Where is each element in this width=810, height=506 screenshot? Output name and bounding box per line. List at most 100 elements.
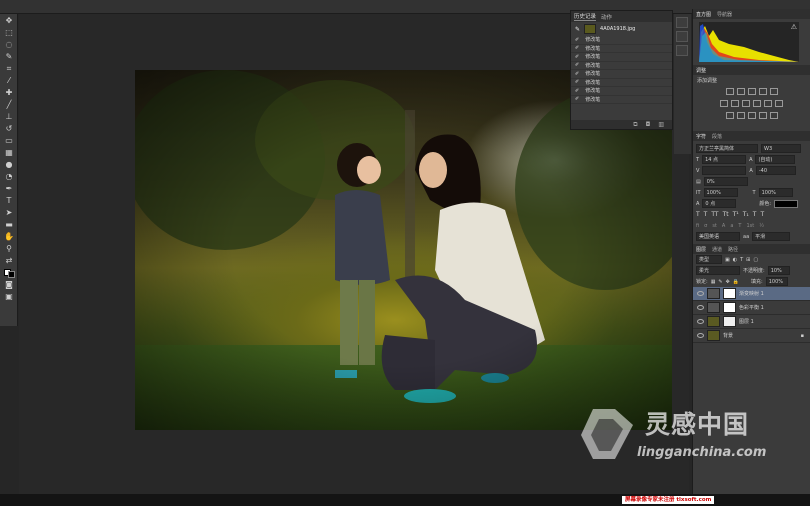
strikethrough-button[interactable]: T — [760, 211, 764, 218]
stamp-tool-icon[interactable]: ⊥ — [2, 111, 16, 122]
tab-channels[interactable]: 通道 — [712, 246, 722, 253]
pen-tool-icon[interactable]: ✒ — [2, 183, 16, 194]
underline-button[interactable]: T — [753, 211, 757, 218]
photo-filter-icon[interactable] — [753, 99, 761, 107]
titling-icon[interactable]: A — [722, 223, 725, 229]
screen-mode-icon[interactable]: ▣ — [2, 291, 16, 302]
leading-field[interactable]: (自动) — [755, 155, 796, 164]
visibility-eye-icon[interactable] — [697, 319, 704, 324]
superscript-button[interactable]: T¹ — [733, 211, 739, 218]
vibrance-icon[interactable] — [769, 87, 778, 95]
history-state[interactable]: ✐ 修改笔 — [571, 62, 672, 70]
history-state[interactable]: ✐ 修改笔 — [571, 36, 672, 45]
fractions-icon[interactable]: ½ — [759, 223, 764, 229]
small-caps-button[interactable]: Tt — [723, 211, 729, 218]
hand-tool-icon[interactable]: ✋ — [2, 231, 16, 242]
history-state[interactable]: ✐ 修改笔 — [571, 53, 672, 62]
eyedropper-tool-icon[interactable]: ⁄ — [2, 75, 16, 86]
history-state[interactable]: ✐ 修改笔 — [571, 70, 672, 79]
fill-field[interactable]: 100% — [765, 277, 788, 286]
tool-presets-icon[interactable] — [676, 45, 688, 56]
type-tool-icon[interactable]: T — [2, 195, 16, 206]
vertical-scale-field[interactable]: 100% — [703, 188, 738, 197]
new-document-from-state-icon[interactable]: ⧉ — [633, 121, 637, 129]
swap-colors-icon[interactable]: ⇄ — [2, 255, 16, 266]
baseline-field[interactable]: 0 点 — [702, 199, 737, 208]
visibility-eye-icon[interactable] — [697, 305, 704, 310]
tab-actions[interactable]: 动作 — [601, 13, 612, 21]
all-caps-button[interactable]: TT — [711, 211, 718, 218]
tab-paths[interactable]: 路径 — [728, 246, 738, 253]
path-select-tool-icon[interactable]: ➤ — [2, 207, 16, 218]
tsume-field[interactable]: 0% — [703, 177, 748, 186]
fraction-icon[interactable]: T — [738, 223, 741, 229]
trash-icon[interactable]: ▥ — [658, 121, 664, 128]
faux-italic-button[interactable]: T — [704, 211, 708, 218]
history-state[interactable]: ✐ 修改笔 — [571, 45, 672, 53]
layer-row[interactable]: 背景 ▪ — [693, 329, 810, 343]
tab-history[interactable]: 历史记录 — [574, 12, 597, 21]
tab-adjustments[interactable]: 调整 — [696, 67, 706, 74]
text-color-swatch[interactable] — [774, 199, 799, 208]
font-style-select[interactable]: W3 — [761, 144, 801, 153]
kerning-select[interactable] — [702, 166, 747, 175]
language-select[interactable]: 美国英语 — [696, 232, 740, 241]
tab-layers[interactable]: 图层 — [696, 246, 706, 253]
shape-tool-icon[interactable]: ▬ — [2, 219, 16, 230]
layer-kind-select[interactable]: 类型 — [696, 255, 722, 264]
visibility-eye-icon[interactable] — [697, 291, 704, 296]
color-lookup-icon[interactable] — [775, 99, 783, 107]
history-brush-tool-icon[interactable]: ↺ — [2, 123, 16, 134]
history-snapshot[interactable]: ✎ 4A0A1918.jpg — [571, 22, 672, 36]
subscript-button[interactable]: T₁ — [743, 211, 749, 218]
move-tool-icon[interactable]: ✥ — [2, 15, 16, 26]
zoom-tool-icon[interactable]: ⚲ — [2, 243, 16, 254]
black-white-icon[interactable] — [742, 99, 750, 107]
marquee-tool-icon[interactable]: ⬚ — [2, 27, 16, 38]
swash-icon[interactable]: σ — [704, 223, 707, 229]
blur-tool-icon[interactable]: ● — [2, 159, 16, 170]
visibility-eye-icon[interactable] — [697, 333, 704, 338]
source-brush-icon[interactable]: ✎ — [575, 26, 580, 33]
antialias-select[interactable]: 平滑 — [752, 232, 791, 241]
lock-icons[interactable]: ▦✎✥🔒 — [711, 279, 742, 285]
dodge-tool-icon[interactable]: ◔ — [2, 171, 16, 182]
gradient-map-icon[interactable] — [758, 111, 767, 119]
quick-mask-icon[interactable]: ◙ — [2, 279, 16, 290]
selective-color-icon[interactable] — [769, 111, 778, 119]
stylistic-icon[interactable]: st — [712, 223, 717, 229]
color-balance-icon[interactable] — [731, 99, 739, 107]
history-state[interactable]: ✐ 修改笔 — [571, 87, 672, 96]
hue-saturation-icon[interactable] — [720, 99, 728, 107]
eraser-tool-icon[interactable]: ▭ — [2, 135, 16, 146]
posterize-icon[interactable] — [736, 111, 745, 119]
brush-tool-icon[interactable]: ╱ — [2, 99, 16, 110]
tab-navigator[interactable]: 导航器 — [717, 11, 732, 18]
brightness-icon[interactable] — [725, 87, 734, 95]
channel-mixer-icon[interactable] — [764, 99, 772, 107]
layer-row[interactable]: 渐变映射 1 — [693, 287, 810, 301]
tab-paragraph[interactable]: 段落 — [712, 133, 722, 140]
actions-panel-icon[interactable] — [676, 31, 688, 42]
blend-mode-select[interactable]: 柔光 — [696, 266, 740, 275]
threshold-icon[interactable] — [747, 111, 756, 119]
font-size-field[interactable]: 14 点 — [702, 155, 747, 164]
curves-icon[interactable] — [747, 87, 756, 95]
quick-select-tool-icon[interactable]: ✎ — [2, 51, 16, 62]
invert-icon[interactable] — [725, 111, 734, 119]
filter-icons[interactable]: ▣◐T⊞▢ — [725, 257, 761, 263]
history-panel-icon[interactable] — [676, 17, 688, 28]
opacity-field[interactable]: 10% — [767, 266, 790, 275]
horizontal-scale-field[interactable]: 100% — [758, 188, 793, 197]
exposure-icon[interactable] — [758, 87, 767, 95]
ligature-icon[interactable]: fi — [696, 223, 699, 229]
history-state[interactable]: ✐ 修改笔 — [571, 96, 672, 104]
gradient-tool-icon[interactable]: ▦ — [2, 147, 16, 158]
healing-tool-icon[interactable]: ✚ — [2, 87, 16, 98]
ordinal-icon[interactable]: a — [730, 223, 733, 229]
font-family-select[interactable]: 方正兰亭黑简体 — [696, 144, 758, 153]
crop-tool-icon[interactable]: ⌗ — [2, 63, 16, 74]
lasso-tool-icon[interactable]: ◌ — [2, 39, 16, 50]
oldstyle-icon[interactable]: 1st — [746, 223, 754, 229]
tracking-field[interactable]: -40 — [755, 166, 796, 175]
